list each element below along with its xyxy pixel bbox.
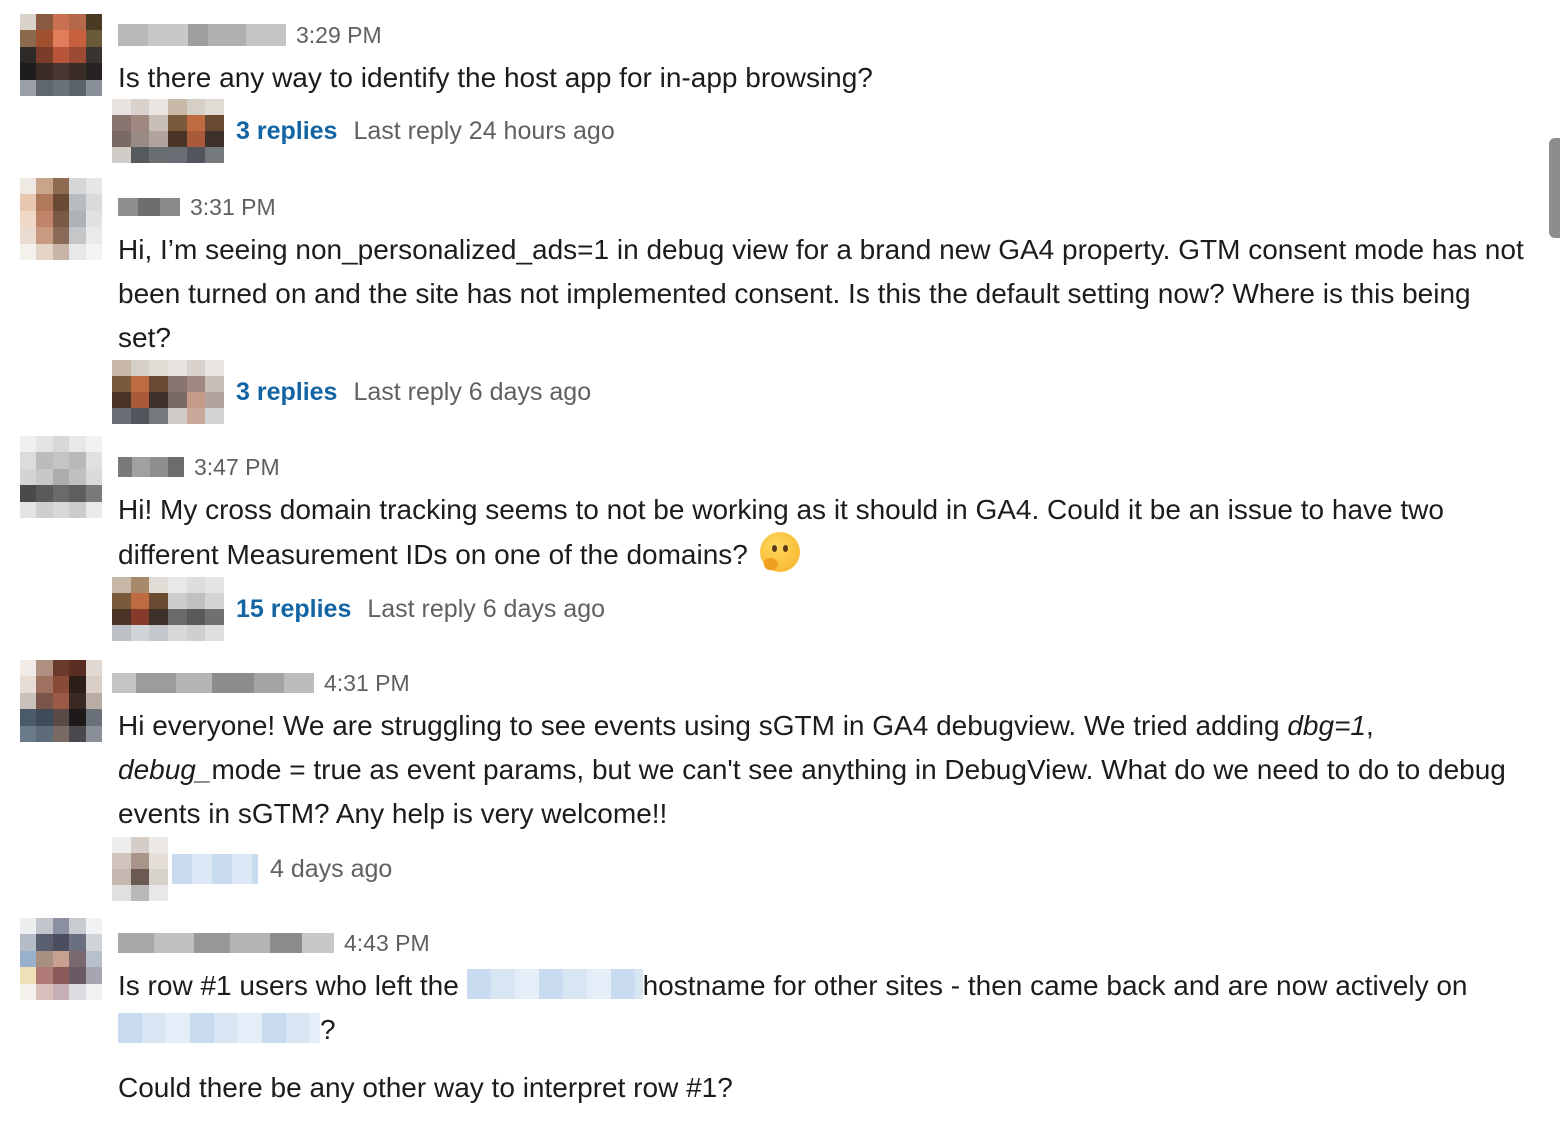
avatar[interactable] (20, 660, 102, 742)
last-reply-time: Last reply 6 days ago (367, 594, 606, 623)
username[interactable] (118, 933, 334, 953)
reply-avatars (112, 99, 224, 163)
thread-summary[interactable]: 15 replies Last reply 6 days ago (112, 577, 605, 641)
avatar (112, 99, 168, 163)
message-header: 4:31 PM (112, 665, 410, 701)
timestamp[interactable]: 3:29 PM (296, 22, 382, 49)
thinking-face-icon (759, 532, 800, 572)
redacted-hostname (466, 969, 643, 999)
avatar[interactable] (20, 918, 102, 1000)
avatar (112, 837, 168, 901)
redacted-replies-label[interactable] (172, 854, 258, 884)
avatar (112, 577, 168, 641)
message-header: 3:47 PM (118, 449, 280, 485)
message-text: Is row #1 users who left the hostname fo… (118, 969, 1468, 1103)
message-text: Hi, I’m seeing non_personalized_ads=1 in… (118, 234, 1524, 353)
replies-link[interactable]: 3 replies (236, 117, 337, 146)
message-text: Hi! My cross domain tracking seems to no… (118, 488, 1528, 577)
timestamp[interactable]: 4:43 PM (344, 930, 430, 957)
timestamp[interactable]: 4:31 PM (324, 670, 410, 697)
last-reply-time: Last reply 6 days ago (353, 377, 592, 406)
timestamp[interactable]: 3:31 PM (190, 194, 276, 221)
username[interactable] (112, 673, 314, 693)
avatar (112, 360, 168, 424)
message-feed: 3:29 PM Is there any way to identify the… (0, 0, 1560, 1128)
username[interactable] (118, 198, 180, 216)
username[interactable] (118, 457, 184, 477)
avatar (168, 577, 224, 641)
message-text: Is there any way to identify the host ap… (118, 62, 873, 93)
last-reply-time: 4 days ago (270, 854, 393, 883)
scrollbar-thumb[interactable] (1549, 138, 1560, 238)
thread-summary[interactable]: 3 replies Last reply 6 days ago (112, 360, 591, 424)
thread-summary[interactable]: 3 replies Last reply 24 hours ago (112, 99, 615, 163)
avatar[interactable] (20, 178, 102, 260)
avatar[interactable] (20, 436, 102, 518)
replies-link[interactable]: 15 replies (236, 595, 351, 624)
message-header: 4:43 PM (118, 925, 430, 961)
reply-avatars (112, 837, 168, 901)
avatar (168, 360, 224, 424)
message-header: 3:31 PM (118, 189, 276, 225)
avatar (168, 99, 224, 163)
timestamp[interactable]: 3:47 PM (194, 454, 280, 481)
thread-summary[interactable]: 4 days ago (112, 837, 392, 901)
reply-avatars (112, 577, 224, 641)
last-reply-time: Last reply 24 hours ago (353, 116, 615, 145)
reply-avatars (112, 360, 224, 424)
replies-link[interactable]: 3 replies (236, 378, 337, 407)
message-header: 3:29 PM (118, 17, 382, 53)
avatar[interactable] (20, 14, 102, 96)
redacted-hostname (118, 1013, 320, 1043)
message-text: Hi everyone! We are struggling to see ev… (118, 710, 1506, 829)
username[interactable] (118, 24, 286, 46)
